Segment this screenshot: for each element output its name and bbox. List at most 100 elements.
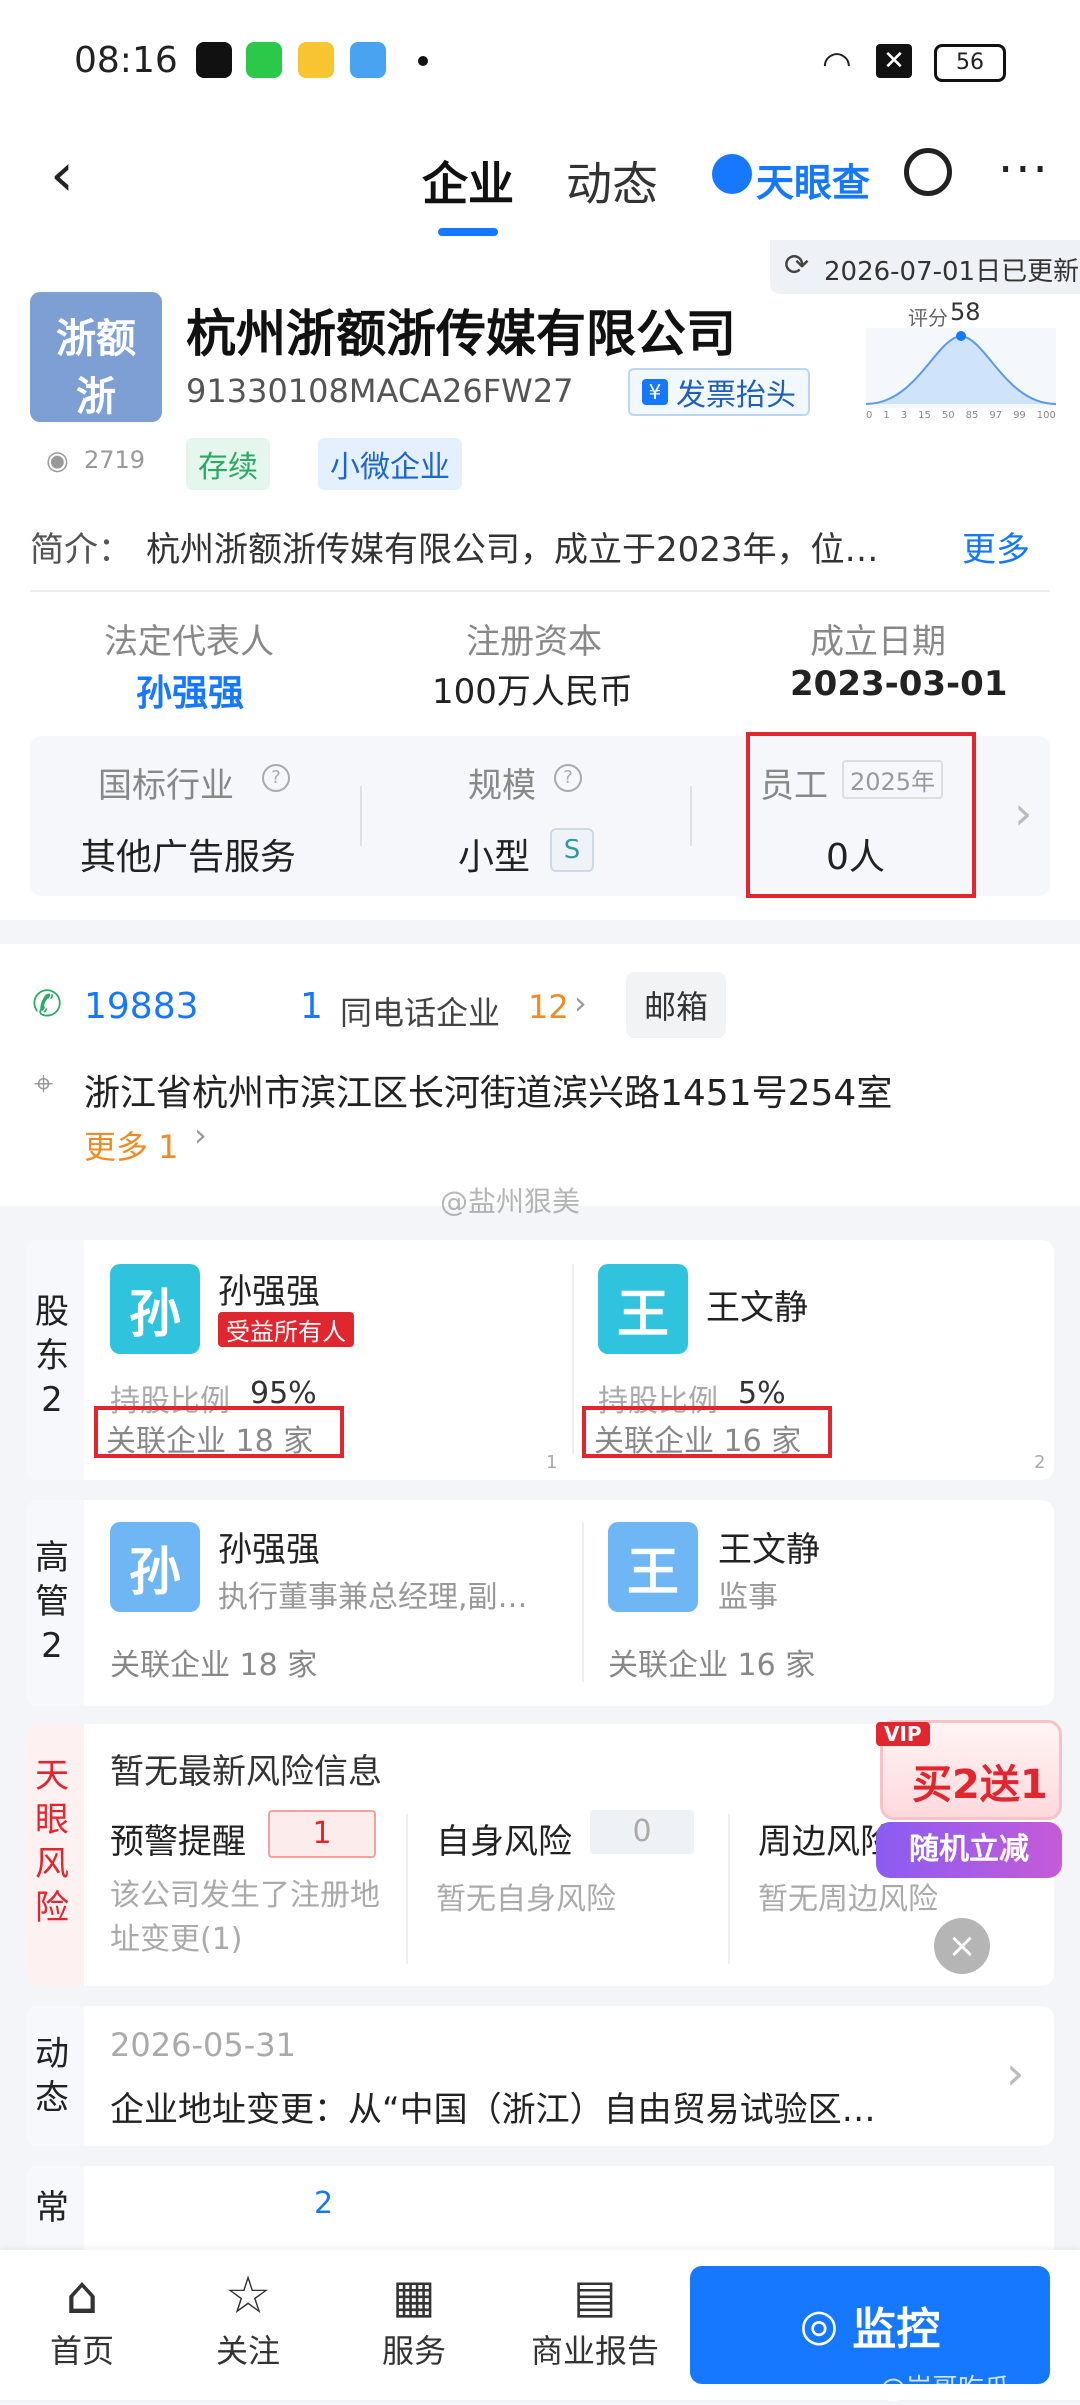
highlight-box — [94, 1406, 344, 1458]
refresh-icon: ⟳ — [784, 248, 810, 283]
executive-name[interactable]: 孙强强 — [218, 1522, 320, 1571]
intro-more-link[interactable]: 更多 — [962, 522, 1030, 571]
risk-label-line3: 风 — [35, 1844, 69, 1884]
nav-home[interactable]: ⌂ 首页 — [22, 2266, 142, 2372]
tab-company[interactable]: 企业 — [422, 148, 514, 214]
intro-label: 简介： — [30, 530, 132, 570]
update-badge: ⟳ 2026-07-01日已更新 — [770, 240, 1080, 294]
score-axis-tick: 0 — [866, 410, 873, 421]
executives-card: 高 管 2 孙 孙强强 执行董事兼总经理,副… 关联企业 18 家 王 王文静 … — [26, 1500, 1054, 1706]
shareholder-name[interactable]: 王文静 — [706, 1280, 808, 1329]
nav-service[interactable]: ▦ 服务 — [354, 2266, 474, 2372]
divider — [30, 590, 1050, 592]
star-icon: ☆ — [224, 2266, 272, 2326]
watermark: @盐州狠美 — [440, 1185, 581, 1218]
promo-banner[interactable]: VIP 买2送1 随机立减 — [876, 1700, 1062, 1880]
grid-icon: ▦ — [392, 2269, 436, 2323]
executives-label-line2: 管 — [35, 1582, 69, 1622]
chevron-right-icon[interactable]: › — [574, 984, 587, 1022]
more-icon[interactable]: ··· — [998, 142, 1050, 198]
promo-close-icon[interactable]: × — [934, 1918, 990, 1974]
invoice-button[interactable]: ¥ 发票抬头 — [628, 368, 810, 416]
same-phone-count[interactable]: 12 — [528, 988, 569, 1026]
same-phone-label[interactable]: 同电话企业 — [340, 988, 500, 1034]
address-more-link[interactable]: 更多 1 — [84, 1122, 179, 1168]
risk-col1-count: 1 — [268, 1810, 376, 1858]
divider — [572, 1264, 574, 1454]
chevron-right-icon[interactable]: › — [1006, 2046, 1024, 2100]
dynamic-label: 动 态 — [30, 2032, 74, 2120]
contact-card: ✆ 19883 1 同电话企业 12 › 邮箱 ⌖ 浙江省杭州市滨江区长河街道滨… — [0, 944, 1080, 1206]
logo-text-line2: 浙 — [76, 374, 116, 420]
score-axis-tick: 85 — [965, 410, 979, 421]
executive-name[interactable]: 王文静 — [718, 1522, 820, 1571]
risk-header: 暂无最新风险信息 — [110, 1752, 382, 1792]
help-icon[interactable]: ? — [554, 764, 582, 792]
dynamic-panel[interactable]: 2026-05-31 企业地址变更：从“中国（浙江）自由贸易试验区… › — [84, 2006, 1054, 2146]
score-axis-tick: 50 — [941, 410, 955, 421]
home-icon: ⌂ — [65, 2266, 99, 2326]
divider — [582, 1522, 584, 1682]
status-tag[interactable]: 存续 — [186, 438, 270, 490]
nav-report[interactable]: ▤ 商业报告 — [520, 2266, 670, 2372]
score-chart: 评分 58 0 1 3 15 50 85 97 99 100 — [866, 298, 1056, 430]
chevron-right-icon[interactable]: › — [194, 1116, 207, 1154]
header: ‹ 企业 动态 天眼查 ··· — [0, 120, 1080, 240]
chevron-right-icon[interactable]: › — [1014, 786, 1032, 840]
risk-col1-title[interactable]: 预警提醒 — [110, 1814, 246, 1863]
executives-label-line1: 高 — [35, 1538, 69, 1578]
avatar: 孙 — [110, 1264, 200, 1354]
risk-label-line1: 天 — [35, 1756, 69, 1796]
promo-line2: 随机立减 — [876, 1822, 1062, 1878]
risk-label-line4: 险 — [35, 1888, 69, 1928]
dynamic-card: 动 态 2026-05-31 企业地址变更：从“中国（浙江）自由贸易试验区… › — [26, 2006, 1054, 2146]
shareholders-count: 2 — [41, 1380, 63, 1420]
nav-follow-label: 关注 — [215, 2332, 280, 2370]
bottom-nav: ⌂ 首页 ☆ 关注 ▦ 服务 ▤ 商业报告 ◎ 监控 @岩哥吃瓜 — [0, 2250, 1080, 2404]
monitor-button[interactable]: ◎ 监控 — [690, 2266, 1050, 2384]
risk-col3-title[interactable]: 周边风险 — [758, 1814, 894, 1863]
common-label: 常 — [30, 2186, 74, 2230]
legal-rep-value[interactable]: 孙强强 — [136, 664, 244, 716]
phone-number[interactable]: 19883 — [84, 986, 199, 1027]
eye-icon: ◉ — [46, 446, 69, 476]
email-button[interactable]: 邮箱 — [626, 972, 727, 1038]
shareholders-label: 股 东 2 — [30, 1290, 74, 1422]
executive-role: 执行董事兼总经理,副… — [218, 1580, 528, 1615]
monitor-icon: ◎ — [799, 2299, 839, 2351]
dynamic-label-line1: 动 — [35, 2034, 69, 2074]
nav-home-label: 首页 — [49, 2332, 114, 2370]
risk-col2-count: 0 — [590, 1810, 694, 1854]
scale-value: 小型 — [458, 837, 531, 878]
divider — [360, 786, 362, 846]
risk-col2-title[interactable]: 自身风险 — [436, 1814, 572, 1863]
document-icon: ▤ — [573, 2269, 617, 2323]
size-tag[interactable]: 小微企业 — [318, 438, 462, 490]
tab-dynamics[interactable]: 动态 — [566, 148, 658, 214]
related-companies[interactable]: 关联企业 16 家 — [608, 1640, 815, 1684]
watermark: @岩哥吃瓜 — [880, 2374, 1011, 2404]
help-icon[interactable]: ? — [262, 764, 290, 792]
related-companies[interactable]: 关联企业 18 家 — [110, 1640, 317, 1684]
company-name: 杭州浙额浙传媒有限公司 — [186, 305, 736, 363]
industry-value: 其他广告服务 — [80, 837, 297, 878]
shareholder-name[interactable]: 孙强强 — [218, 1264, 320, 1313]
address[interactable]: 浙江省杭州市滨江区长河街道滨兴路1451号254室 — [84, 1064, 892, 1116]
avatar: 王 — [598, 1264, 688, 1354]
risk-col2-desc: 暂无自身风险 — [436, 1882, 616, 1917]
scale-label: 规模 — [468, 766, 536, 806]
search-icon[interactable] — [904, 148, 952, 196]
score-curve — [866, 328, 1056, 408]
score-value: 58 — [950, 298, 981, 326]
signal-icon: ✕ — [876, 44, 912, 78]
wechat-icon — [246, 42, 282, 78]
executives-panel[interactable]: 孙 孙强强 执行董事兼总经理,副… 关联企业 18 家 王 王文静 监事 关联企… — [84, 1500, 1054, 1706]
legal-rep-label: 法定代表人 — [104, 622, 274, 662]
update-date: 2026-07-01日已更新 — [824, 257, 1080, 287]
avatar: 王 — [608, 1522, 698, 1612]
nav-follow[interactable]: ☆ 关注 — [188, 2266, 308, 2372]
score-axis: 0 1 3 15 50 85 97 99 100 — [866, 410, 1056, 421]
back-icon[interactable]: ‹ — [50, 140, 74, 210]
index-label: 1 — [546, 1452, 558, 1473]
beneficial-owner-badge: 受益所有人 — [218, 1312, 354, 1347]
